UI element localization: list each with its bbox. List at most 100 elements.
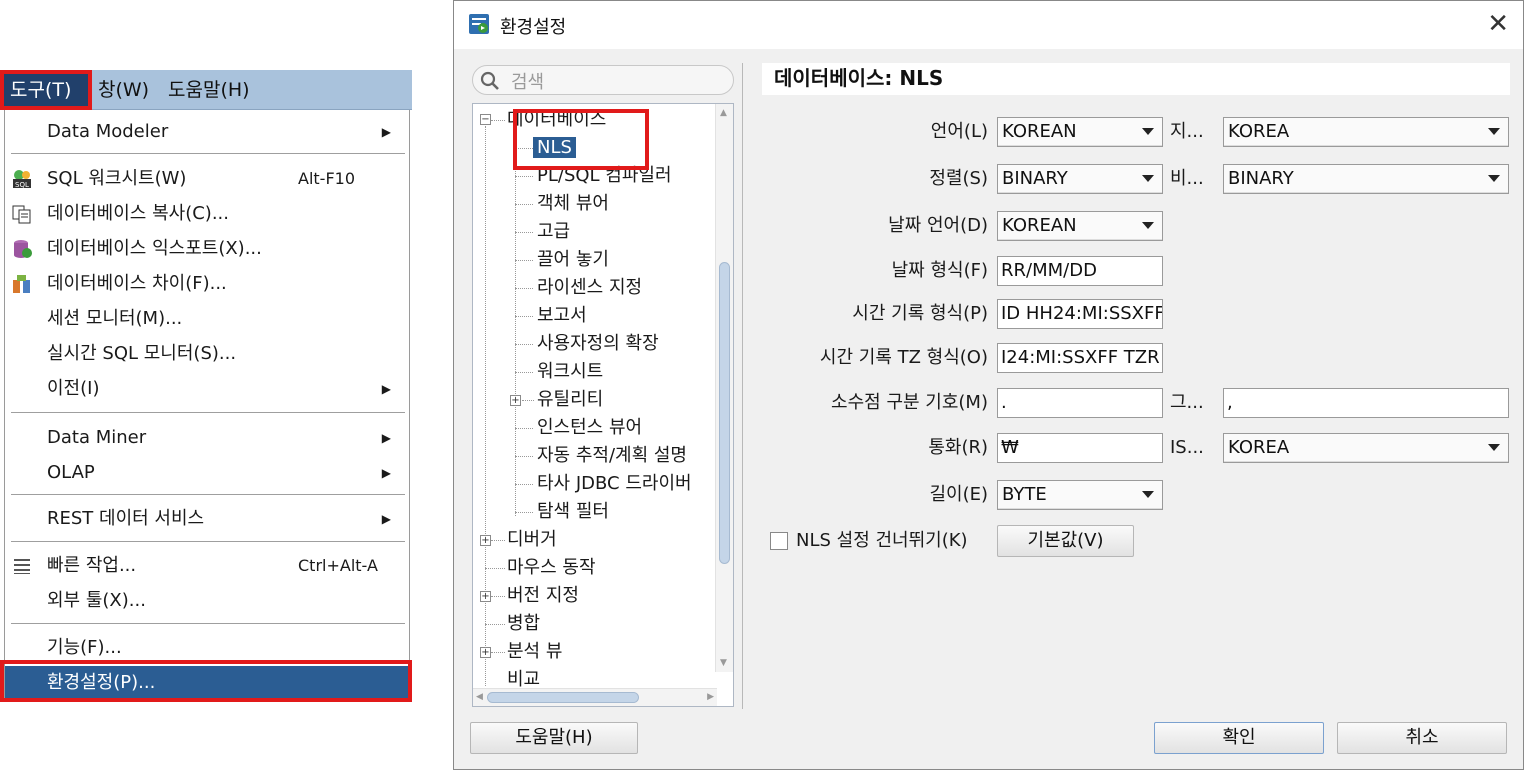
defaults-button[interactable]: 기본값(V) [997,525,1134,557]
skip-nls-checkbox[interactable] [770,532,788,550]
tree-node-object-viewer[interactable]: 객체 뷰어 [537,190,609,218]
menu-item-external-tools[interactable]: 외부 툴(X)... [5,584,409,618]
tree-node-label: 자동 추적/계획 설명 [537,445,687,466]
menu-item-rest-data-services[interactable]: REST 데이터 서비스 ▶ [5,502,409,536]
scroll-thumb[interactable] [719,262,730,564]
sort-select[interactable]: BINARY [997,164,1163,194]
close-icon[interactable]: ✕ [1487,9,1509,39]
tree-node-user-extensions[interactable]: 사용자정의 확장 [537,330,659,358]
timestamp-format-field[interactable]: ID HH24:MI:SSXFF [997,299,1163,329]
tree-node-label: 분석 뷰 [507,641,563,662]
tree-node-label: 라이센스 지정 [537,277,643,298]
menu-item-data-miner[interactable]: Data Miner ▶ [5,421,409,455]
date-language-select[interactable]: KOREAN [997,211,1163,241]
menu-item-label: 세션 모니터(M)... [47,308,183,329]
scroll-down-icon[interactable]: ▼ [720,658,727,668]
menu-item-label: 실시간 SQL 모니터(S)... [47,343,237,364]
tree-node-reports[interactable]: 보고서 [537,302,587,330]
tree-node-label: 디버거 [507,529,557,550]
tree-node-versioning[interactable]: 버전 지정 [507,582,579,610]
tree-node-instance-viewer[interactable]: 인스턴스 뷰어 [537,414,642,442]
tree-node-label: 마우스 동작 [507,557,596,578]
tree-guide-line [515,344,533,345]
list-icon [14,559,30,574]
menu-item-data-modeler[interactable]: Data Modeler ▶ [5,115,409,149]
tree-node-navigation-filter[interactable]: 탐색 필터 [537,498,609,526]
menu-item-database-copy[interactable]: 데이터베이스 복사(C)... [5,197,409,231]
sort-label: 정렬(S) [929,168,988,189]
tree-node-mouse-actions[interactable]: 마우스 동작 [507,554,596,582]
menu-item-realtime-sql-monitor[interactable]: 실시간 SQL 모니터(S)... [5,337,409,371]
menu-item-database-export[interactable]: 데이터베이스 익스포트(X)... [5,232,409,266]
cancel-button[interactable]: 취소 [1337,722,1507,754]
menu-item-session-monitor[interactable]: 세션 모니터(M)... [5,302,409,336]
dialog-app-icon [469,14,489,34]
tree-node-debugger[interactable]: 디버거 [507,526,557,554]
tree-node-third-party-jdbc[interactable]: 타사 JDBC 드라이버 [537,470,692,498]
timestamp-tz-format-field[interactable]: I24:MI:SSXFF TZR [997,343,1163,373]
menu-separator [11,623,405,624]
search-icon [480,71,499,90]
tree-node-worksheet[interactable]: 워크시트 [537,358,603,386]
menu-item-migration[interactable]: 이전(I) ▶ [5,372,409,406]
tree-node-merge[interactable]: 병합 [507,610,540,638]
expand-icon[interactable]: + [480,647,491,658]
tree-guide-line [485,126,486,686]
scroll-up-icon[interactable]: ▲ [720,108,727,118]
menu-item-quick-actions[interactable]: 빠른 작업... Ctrl+Alt-A [5,549,409,583]
sort-value: BINARY [1002,168,1068,189]
search-input[interactable]: 검색 [472,65,734,95]
tree-guide-line [485,568,505,569]
menu-item-olap[interactable]: OLAP ▶ [5,456,409,490]
tree-node-utilities[interactable]: 유틸리티 [537,386,603,414]
menu-separator [11,541,405,542]
preferences-dialog: 환경설정 ✕ 검색 − 데이터베이스 NLS PL/SQL 컴파일러 객체 뷰어… [453,0,1524,770]
collapse-icon[interactable]: − [480,114,491,125]
tree-node-label: 워크시트 [537,361,604,382]
tree-node-licensing[interactable]: 라이센스 지정 [537,274,642,302]
preferences-tree: − 데이터베이스 NLS PL/SQL 컴파일러 객체 뷰어 고급 끌어 놓기 … [472,103,734,707]
tree-guide-line [485,624,505,625]
tree-vertical-scrollbar[interactable]: ▲ ▼ [715,104,733,672]
menu-separator [11,412,405,413]
search-placeholder: 검색 [511,72,545,93]
group-separator-field[interactable]: , [1223,388,1509,418]
tree-node-drag-drop[interactable]: 끌어 놓기 [537,246,609,274]
expand-icon[interactable]: + [480,591,491,602]
tree-node-autotrace[interactable]: 자동 추적/계획 설명 [537,442,687,470]
tree-node-advanced[interactable]: 고급 [537,218,570,246]
menu-item-database-diff[interactable]: 데이터베이스 차이(F)... [5,267,409,301]
decimal-separator-field[interactable]: . [997,388,1163,418]
language-select[interactable]: KOREAN [997,117,1163,147]
chevron-down-icon [1142,175,1154,182]
export-icon [14,240,32,258]
panel-splitter[interactable] [742,63,743,709]
menu-item-sql-worksheet[interactable]: SQL SQL 워크시트(W) Alt-F10 [5,162,409,196]
scroll-thumb[interactable] [487,692,639,703]
currency-field[interactable]: ₩ [997,433,1163,463]
chevron-right-icon: ▶ [381,431,391,445]
date-language-label: 날짜 언어(D) [888,215,988,236]
territory-select[interactable]: KOREA [1223,117,1509,147]
comparison-select[interactable]: BINARY [1223,164,1509,194]
menu-item-label: REST 데이터 서비스 [47,508,205,529]
tree-guide-line [491,596,505,597]
ok-button[interactable]: 확인 [1154,722,1324,754]
tree-guide-line [515,316,533,317]
menu-help[interactable]: 도움말(H) [162,70,256,110]
scroll-right-icon[interactable]: ▶ [707,692,714,702]
tree-node-label: 버전 지정 [507,585,579,606]
menu-window[interactable]: 창(W) [92,70,155,110]
iso-currency-select[interactable]: KOREA [1223,433,1509,463]
date-format-field[interactable]: RR/MM/DD [997,256,1163,286]
expand-icon[interactable]: + [510,395,521,406]
tree-node-analysis-view[interactable]: 분석 뷰 [507,638,562,666]
help-button[interactable]: 도움말(H) [470,722,638,754]
tree-horizontal-scrollbar[interactable]: ◀ ▶ [473,688,717,706]
expand-icon[interactable]: + [480,535,491,546]
scroll-left-icon[interactable]: ◀ [476,692,483,702]
date-language-value: KOREAN [1002,215,1077,236]
chevron-down-icon [1142,222,1154,229]
menu-item-label: 외부 툴(X)... [47,590,146,611]
length-select[interactable]: BYTE [997,480,1163,510]
